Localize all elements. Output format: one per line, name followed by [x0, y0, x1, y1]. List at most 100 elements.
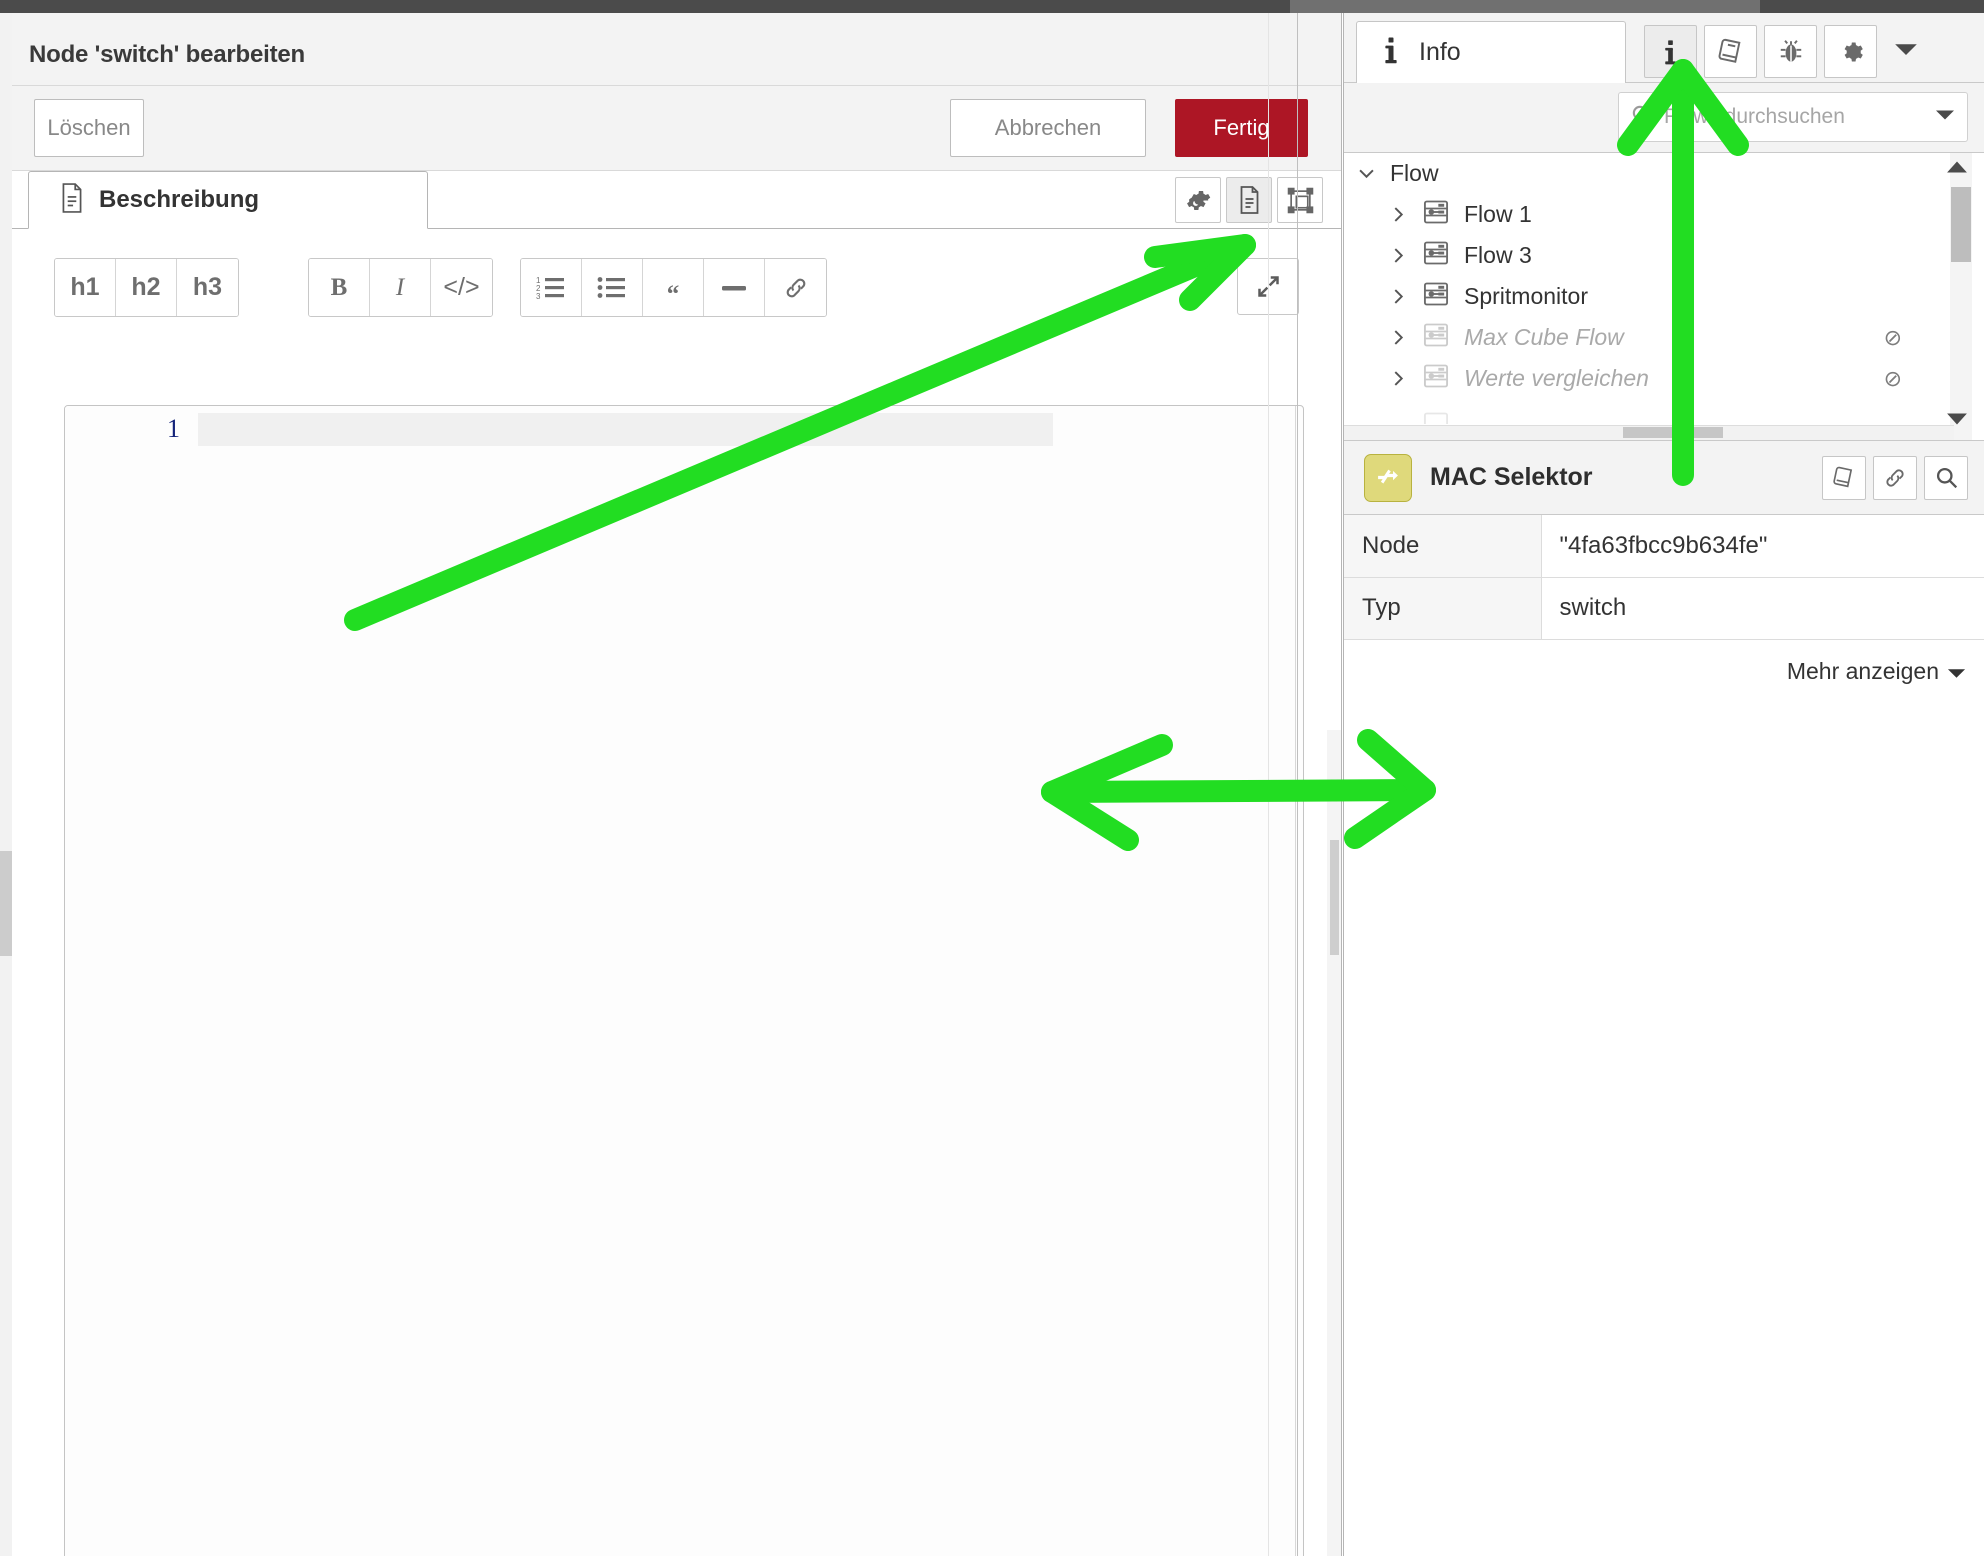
- property-key: Typ: [1344, 577, 1542, 640]
- tree-root-flow[interactable]: Flow: [1344, 153, 1984, 194]
- sidebar-icon-group: [1644, 25, 1918, 78]
- disabled-status-icon: ⊘: [1883, 365, 1902, 391]
- editor-header-icon-group: [1175, 177, 1323, 223]
- property-key: Node: [1344, 515, 1542, 578]
- tab-info[interactable]: Info: [1356, 21, 1626, 83]
- ordered-list-icon[interactable]: 1 2 3: [521, 259, 582, 316]
- show-more-button[interactable]: Mehr anzeigen: [1344, 640, 1984, 704]
- active-line-highlight: [198, 413, 1053, 446]
- unordered-list-icon[interactable]: [582, 259, 643, 316]
- sidebar-tab-strip: Info: [1344, 13, 1984, 83]
- scroll-up-icon[interactable]: [1946, 159, 1968, 180]
- top-bar-highlight-segment: [1290, 0, 1760, 13]
- tab-label: Beschreibung: [99, 186, 260, 213]
- tree-item-max-cube-flow[interactable]: Max Cube Flow ⊘: [1344, 317, 1984, 358]
- flow-tree: Flow Flow 1 Flow 3 Spritmonitor Max Cube…: [1344, 153, 1984, 441]
- tree-scrollbar-thumb[interactable]: [1951, 187, 1971, 262]
- cancel-button[interactable]: Abbrechen: [950, 99, 1146, 157]
- property-value: switch: [1541, 577, 1984, 640]
- search-input[interactable]: Flows durchsuchen: [1618, 92, 1968, 142]
- flow-icon: [1422, 239, 1450, 272]
- node-edit-header: Node 'switch' bearbeiten: [12, 13, 1341, 86]
- screen: Node 'switch' bearbeiten Löschen Abbrech…: [0, 0, 1984, 1556]
- format-button-group: B I </>: [308, 258, 493, 317]
- node-info-header: MAC Selektor: [1344, 441, 1984, 515]
- tree-item-label: Spritmonitor: [1464, 283, 1588, 309]
- tree-item-label: Flow 3: [1464, 242, 1532, 268]
- h3-button[interactable]: h3: [177, 259, 238, 316]
- search-icon: [1631, 104, 1652, 130]
- chevron-right-icon[interactable]: [1388, 248, 1408, 263]
- horizontal-rule-icon[interactable]: [704, 259, 765, 316]
- gear-icon[interactable]: [1175, 177, 1221, 223]
- node-help-icon[interactable]: [1822, 455, 1866, 500]
- description-editor[interactable]: 1: [64, 405, 1304, 1556]
- editor-right-border: [1295, 406, 1296, 1556]
- search-placeholder: Flows durchsuchen: [1664, 105, 1845, 128]
- chevron-right-icon[interactable]: [1388, 371, 1408, 386]
- tab-info-label: Info: [1419, 38, 1461, 66]
- tree-hscrollbar-thumb[interactable]: [1623, 427, 1723, 438]
- done-button[interactable]: Fertig: [1175, 99, 1308, 157]
- node-properties-table: Node "4fa63fbcc9b634fe" Typ switch: [1344, 515, 1984, 640]
- node-reveal-icon[interactable]: [1924, 455, 1968, 500]
- description-icon[interactable]: [1226, 177, 1272, 223]
- page-scrollbar-track[interactable]: [0, 13, 12, 1556]
- config-gear-icon[interactable]: [1824, 25, 1877, 78]
- node-link-icon[interactable]: [1873, 455, 1917, 500]
- italic-icon[interactable]: I: [370, 259, 431, 316]
- tree-item-werte-vergleichen[interactable]: Werte vergleichen ⊘: [1344, 358, 1984, 399]
- document-icon: [59, 182, 85, 218]
- chevron-down-icon[interactable]: [1935, 108, 1955, 126]
- flow-icon: [1422, 198, 1450, 231]
- tab-beschreibung[interactable]: Beschreibung: [28, 171, 428, 229]
- editor-scrollbar-thumb[interactable]: [1330, 840, 1339, 955]
- tree-item-flow-1[interactable]: Flow 1: [1344, 194, 1984, 235]
- tree-item-label: Werte vergleichen: [1464, 365, 1649, 391]
- chevron-right-icon[interactable]: [1388, 289, 1408, 304]
- help-book-icon[interactable]: [1704, 25, 1757, 78]
- node-action-group: [1822, 455, 1968, 500]
- node-edit-actions: Löschen Abbrechen Fertig: [12, 86, 1341, 171]
- page-scrollbar-thumb[interactable]: [0, 851, 12, 956]
- switch-node-icon: [1364, 453, 1412, 502]
- delete-button[interactable]: Löschen: [34, 99, 144, 157]
- h1-button[interactable]: h1: [55, 259, 116, 316]
- info-sidebar: Info Flows durchsuchen Flow Flow 1 Flow …: [1343, 13, 1984, 1556]
- tree-item-spritmonitor[interactable]: Spritmonitor: [1344, 276, 1984, 317]
- chevron-down-icon[interactable]: [1356, 168, 1376, 179]
- code-icon[interactable]: </>: [431, 259, 492, 316]
- tree-root-label: Flow: [1390, 160, 1439, 186]
- flow-icon: [1422, 321, 1450, 354]
- info-icon[interactable]: [1644, 25, 1697, 78]
- window-top-bar: [0, 0, 1984, 13]
- table-row: Node "4fa63fbcc9b634fe": [1344, 515, 1984, 578]
- chevron-down-icon: [1947, 658, 1966, 685]
- chevron-right-icon[interactable]: [1388, 330, 1408, 345]
- property-value: "4fa63fbcc9b634fe": [1541, 515, 1984, 578]
- tree-item-flow-3[interactable]: Flow 3: [1344, 235, 1984, 276]
- bold-icon[interactable]: B: [309, 259, 370, 316]
- tree-item-label: Max Cube Flow: [1464, 324, 1624, 350]
- line-number: 1: [167, 414, 180, 443]
- page-title: Node 'switch' bearbeiten: [29, 41, 306, 68]
- tree-item-label: Flow 1: [1464, 201, 1532, 227]
- sidebar-menu-caret-icon[interactable]: [1894, 41, 1918, 62]
- debug-bug-icon[interactable]: [1764, 25, 1817, 78]
- info-icon: [1383, 35, 1399, 70]
- flow-icon: [1422, 280, 1450, 313]
- blockquote-icon[interactable]: “: [643, 259, 704, 316]
- link-icon[interactable]: [765, 259, 826, 316]
- node-appearance-icon[interactable]: [1277, 177, 1323, 223]
- panel-outer-divider: [1297, 13, 1298, 1556]
- show-more-label: Mehr anzeigen: [1786, 658, 1939, 684]
- h2-button[interactable]: h2: [116, 259, 177, 316]
- tree-hscrollbar-track[interactable]: [1344, 425, 1954, 440]
- node-edit-tabs: Beschreibung: [12, 171, 1341, 229]
- node-name: MAC Selektor: [1430, 463, 1593, 491]
- editor-scrollbar-track[interactable]: [1327, 730, 1341, 1556]
- flow-icon: [1422, 362, 1450, 395]
- editor-gutter: 1: [65, 406, 198, 1556]
- chevron-right-icon[interactable]: [1388, 207, 1408, 222]
- heading-button-group: h1 h2 h3: [54, 258, 239, 317]
